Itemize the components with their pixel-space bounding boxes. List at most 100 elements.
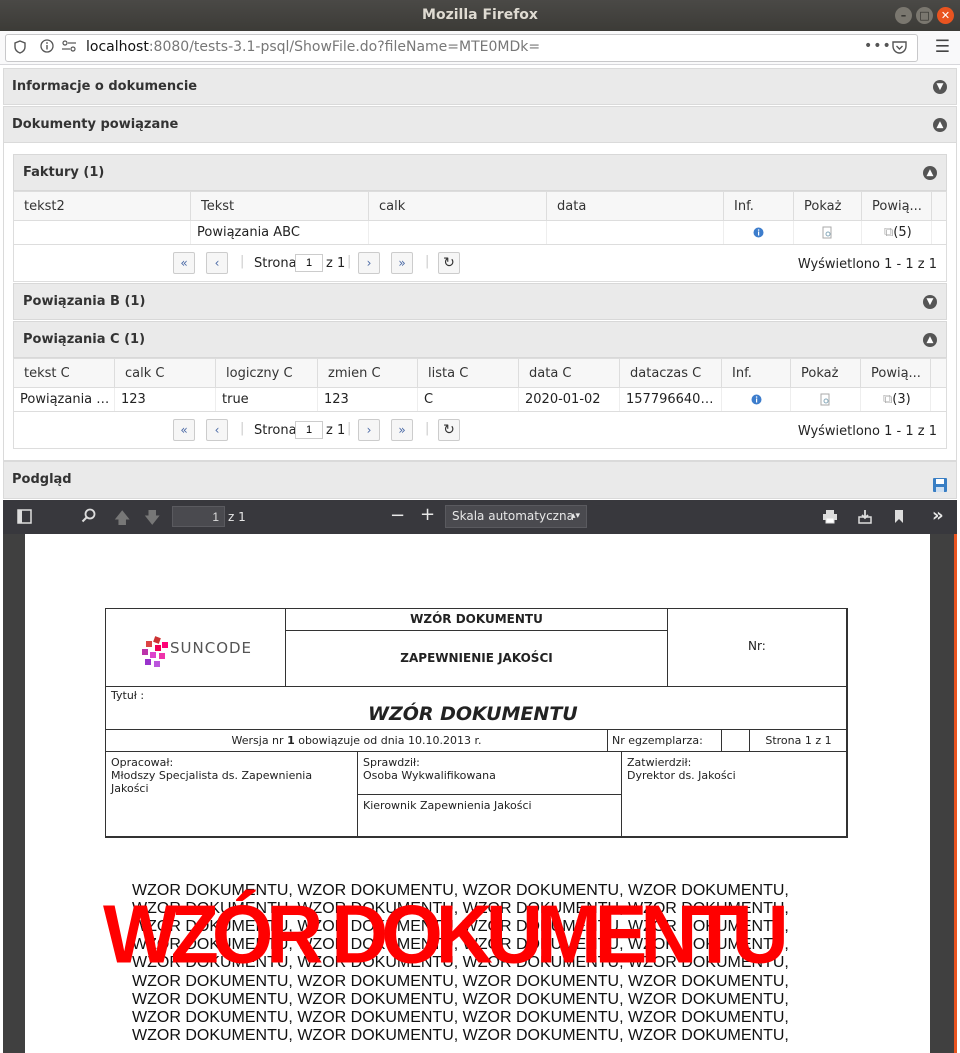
column-header[interactable]: data C <box>519 359 620 387</box>
url-text[interactable]: localhost:8080/tests-3.1-psql/ShowFile.d… <box>86 39 540 55</box>
permissions-icon[interactable] <box>61 40 77 56</box>
panel-related-header[interactable]: Dokumenty powiązane ▲ <box>3 106 957 143</box>
table-row[interactable]: Powiązania ABC ⧉(5) <box>13 221 947 245</box>
chevron-up-icon[interactable]: ▲ <box>923 333 937 347</box>
chevron-down-icon[interactable]: ▼ <box>923 295 937 309</box>
prev-page-button[interactable]: ‹ <box>206 419 228 441</box>
checked-by-label: Sprawdził: <box>363 756 420 769</box>
powiazania-b-title: Powiązania B (1) <box>23 294 146 309</box>
refresh-icon[interactable]: ↻ <box>438 419 460 441</box>
page-input[interactable] <box>295 421 323 439</box>
first-page-button[interactable]: « <box>173 252 195 274</box>
preview-icon[interactable] <box>791 388 861 411</box>
prev-page-button[interactable]: ‹ <box>206 252 228 274</box>
column-header[interactable]: tekst C <box>14 359 115 387</box>
browser-navbar: localhost:8080/tests-3.1-psql/ShowFile.d… <box>0 31 960 65</box>
zoom-out-icon[interactable]: − <box>390 505 405 526</box>
column-header[interactable]: lista C <box>418 359 519 387</box>
column-header[interactable]: calk <box>369 192 547 220</box>
prev-page-icon[interactable]: 🡅 <box>114 507 130 534</box>
pdf-scrollbar[interactable] <box>954 534 957 1053</box>
column-header[interactable]: Tekst <box>191 192 369 220</box>
download-icon[interactable] <box>858 509 872 528</box>
page-label: Strona <box>254 423 297 438</box>
pager-info: Wyświetlono 1 - 1 z 1 <box>797 257 937 272</box>
cell-tekst2 <box>14 221 191 244</box>
url-bar[interactable]: localhost:8080/tests-3.1-psql/ShowFile.d… <box>5 34 918 62</box>
pager-info: Wyświetlono 1 - 1 z 1 <box>797 424 937 439</box>
cell-data <box>547 221 724 244</box>
table-row[interactable]: Powiązania A... 123 true 123 C 2020-01-0… <box>13 388 947 412</box>
title-cell: Tytuł : WZÓR DOKUMENTU <box>105 686 848 730</box>
panel-preview-header[interactable]: Podgląd <box>3 461 957 499</box>
prepared-by-name: Młodszy Specjalista ds. Zapewnienia Jako… <box>111 769 313 795</box>
header-subtitle: ZAPEWNIENIE JAKOŚCI <box>285 630 668 687</box>
checked-by-name: Osoba Wykwalifikowana <box>363 769 496 782</box>
approved-by-cell: Zatwierdził: Dyrektor ds. Jakości <box>621 751 848 838</box>
separator: | <box>240 421 245 436</box>
menu-icon[interactable]: ☰ <box>935 37 950 57</box>
column-header[interactable]: Powią... <box>862 192 932 220</box>
column-header[interactable]: dataczas C <box>620 359 722 387</box>
chevron-down-icon[interactable]: ▼ <box>933 80 947 94</box>
preview-icon[interactable] <box>794 221 862 244</box>
column-header[interactable]: Inf. <box>722 359 791 387</box>
page-label: Strona <box>254 256 297 271</box>
separator: | <box>240 254 245 269</box>
next-page-button[interactable]: › <box>358 419 380 441</box>
shield-icon[interactable] <box>14 40 26 58</box>
column-header[interactable]: calk C <box>115 359 216 387</box>
header-title: WZÓR DOKUMENTU <box>285 608 668 631</box>
column-header[interactable]: Pokaż <box>791 359 861 387</box>
info-icon[interactable] <box>724 221 794 244</box>
scale-select[interactable]: Skala automatyczna ▴▾ <box>445 505 587 528</box>
chevron-up-icon[interactable]: ▲ <box>933 118 947 132</box>
separator: | <box>425 254 430 269</box>
last-page-button[interactable]: » <box>391 252 413 274</box>
print-icon[interactable] <box>822 509 838 528</box>
column-header[interactable]: zmien C <box>318 359 418 387</box>
last-page-button[interactable]: » <box>391 419 413 441</box>
maximize-button[interactable]: □ <box>916 7 933 24</box>
pdf-page-input[interactable] <box>172 506 225 527</box>
next-page-button[interactable]: › <box>358 252 380 274</box>
panel-info-header[interactable]: Informacje o dokumencie ▼ <box>3 68 957 105</box>
column-header[interactable]: Inf. <box>724 192 794 220</box>
powiazania-b-header[interactable]: Powiązania B (1) ▼ <box>13 283 947 320</box>
column-header[interactable]: Powią... <box>861 359 931 387</box>
sidebar-toggle-icon[interactable] <box>17 509 32 528</box>
page-actions-icon[interactable]: ••• <box>864 38 892 54</box>
next-page-icon[interactable]: 🡇 <box>144 507 160 534</box>
related-count-cell[interactable]: ⧉(5) <box>862 221 932 244</box>
info-icon[interactable] <box>40 39 54 57</box>
chevron-up-icon[interactable]: ▲ <box>923 166 937 180</box>
column-header[interactable]: logiczny C <box>216 359 318 387</box>
page-input[interactable] <box>295 254 323 272</box>
pdf-toolbar: 🡅 🡇 z 1 − + Skala automatyczna▴▾ » <box>3 500 957 534</box>
nr-cell: Nr: <box>667 608 848 687</box>
minimize-button[interactable]: – <box>895 7 912 24</box>
bookmark-icon[interactable] <box>894 509 904 528</box>
info-icon[interactable] <box>722 388 791 411</box>
first-page-button[interactable]: « <box>173 419 195 441</box>
close-button[interactable]: ✕ <box>937 7 954 24</box>
related-count-cell[interactable]: ⧉(3) <box>861 388 931 411</box>
faktury-header[interactable]: Faktury (1) ▲ <box>13 154 947 191</box>
powiazania-c-header[interactable]: Powiązania C (1) ▲ <box>13 321 947 358</box>
copy-number-label: Nr egzemplarza: <box>607 729 722 752</box>
column-header[interactable]: tekst2 <box>14 192 191 220</box>
faktury-title: Faktury (1) <box>23 165 105 180</box>
pdf-viewport[interactable]: SUNCODE WZÓR DOKUMENTU ZAPEWNIENIE JAKOŚ… <box>3 534 957 1053</box>
pocket-icon[interactable] <box>892 40 907 58</box>
zoom-in-icon[interactable]: + <box>420 504 435 525</box>
column-header[interactable]: data <box>547 192 724 220</box>
search-icon[interactable] <box>81 508 96 527</box>
pdf-page-of: z 1 <box>228 510 246 524</box>
cell-dataczas-c: 1577966400... <box>620 388 722 411</box>
column-header[interactable]: Pokaż <box>794 192 862 220</box>
cell-tekst-c: Powiązania A... <box>14 388 115 411</box>
tools-icon[interactable]: » <box>932 505 944 526</box>
title-label: Tytuł : <box>111 689 145 702</box>
refresh-icon[interactable]: ↻ <box>438 252 460 274</box>
window-title: Mozilla Firefox <box>422 7 538 23</box>
